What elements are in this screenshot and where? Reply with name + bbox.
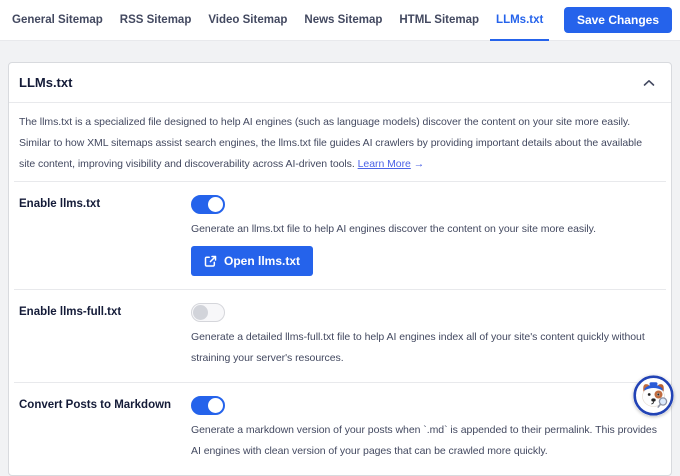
llms-description: The llms.txt is a specialized file desig… — [19, 112, 661, 175]
setting-control: Generate a markdown version of your post… — [191, 396, 661, 462]
enable-llms-full-txt-toggle[interactable] — [191, 303, 225, 322]
tab-news-sitemap[interactable]: News Sitemap — [298, 0, 388, 41]
tab-video-sitemap[interactable]: Video Sitemap — [202, 0, 293, 41]
tab-html-sitemap[interactable]: HTML Sitemap — [393, 0, 485, 41]
chevron-up-icon — [643, 79, 655, 87]
card-title: LLMs.txt — [19, 75, 72, 90]
card-body: The llms.txt is a specialized file desig… — [9, 103, 671, 475]
toggle-knob — [208, 398, 223, 413]
setting-label: Convert Posts to Markdown — [19, 396, 191, 462]
learn-more-link[interactable]: Learn More — [358, 158, 411, 170]
enable-llms-txt-toggle[interactable] — [191, 195, 225, 214]
setting-row-convert-posts-to-markdown: Convert Posts to Markdown Generate a mar… — [19, 383, 661, 475]
help-mascot-button[interactable] — [633, 375, 674, 416]
setting-description: Generate an llms.txt file to help AI eng… — [191, 219, 661, 240]
aioseo-dog-mascot-icon — [633, 375, 674, 416]
setting-control: Generate an llms.txt file to help AI eng… — [191, 195, 661, 276]
tab-general-sitemap[interactable]: General Sitemap — [6, 0, 109, 41]
llms-txt-card: LLMs.txt The llms.txt is a specialized f… — [8, 62, 672, 476]
setting-description: Generate a detailed llms-full.txt file t… — [191, 327, 661, 369]
arrow-right-icon: → — [414, 158, 424, 170]
open-llms-txt-button[interactable]: Open llms.txt — [191, 246, 313, 276]
external-link-icon — [204, 255, 217, 268]
open-llms-txt-button-label: Open llms.txt — [224, 254, 300, 268]
sitemap-tab-bar: General Sitemap RSS Sitemap Video Sitema… — [0, 0, 680, 41]
tab-llms-txt[interactable]: LLMs.txt — [490, 0, 549, 41]
setting-label: Enable llms-full.txt — [19, 303, 191, 369]
convert-posts-to-markdown-toggle[interactable] — [191, 396, 225, 415]
setting-label: Enable llms.txt — [19, 195, 191, 276]
toggle-knob — [208, 197, 223, 212]
card-header: LLMs.txt — [9, 63, 671, 103]
tab-rss-sitemap[interactable]: RSS Sitemap — [114, 0, 198, 41]
setting-row-enable-llms-txt: Enable llms.txt Generate an llms.txt fil… — [19, 182, 661, 289]
setting-row-enable-llms-full-txt: Enable llms-full.txt Generate a detailed… — [19, 290, 661, 382]
setting-description: Generate a markdown version of your post… — [191, 420, 661, 462]
toggle-knob — [193, 305, 208, 320]
llms-description-text: The llms.txt is a specialized file desig… — [19, 116, 642, 170]
collapse-card-button[interactable] — [641, 77, 657, 89]
setting-control: Generate a detailed llms-full.txt file t… — [191, 303, 661, 369]
save-changes-button[interactable]: Save Changes — [564, 7, 672, 33]
